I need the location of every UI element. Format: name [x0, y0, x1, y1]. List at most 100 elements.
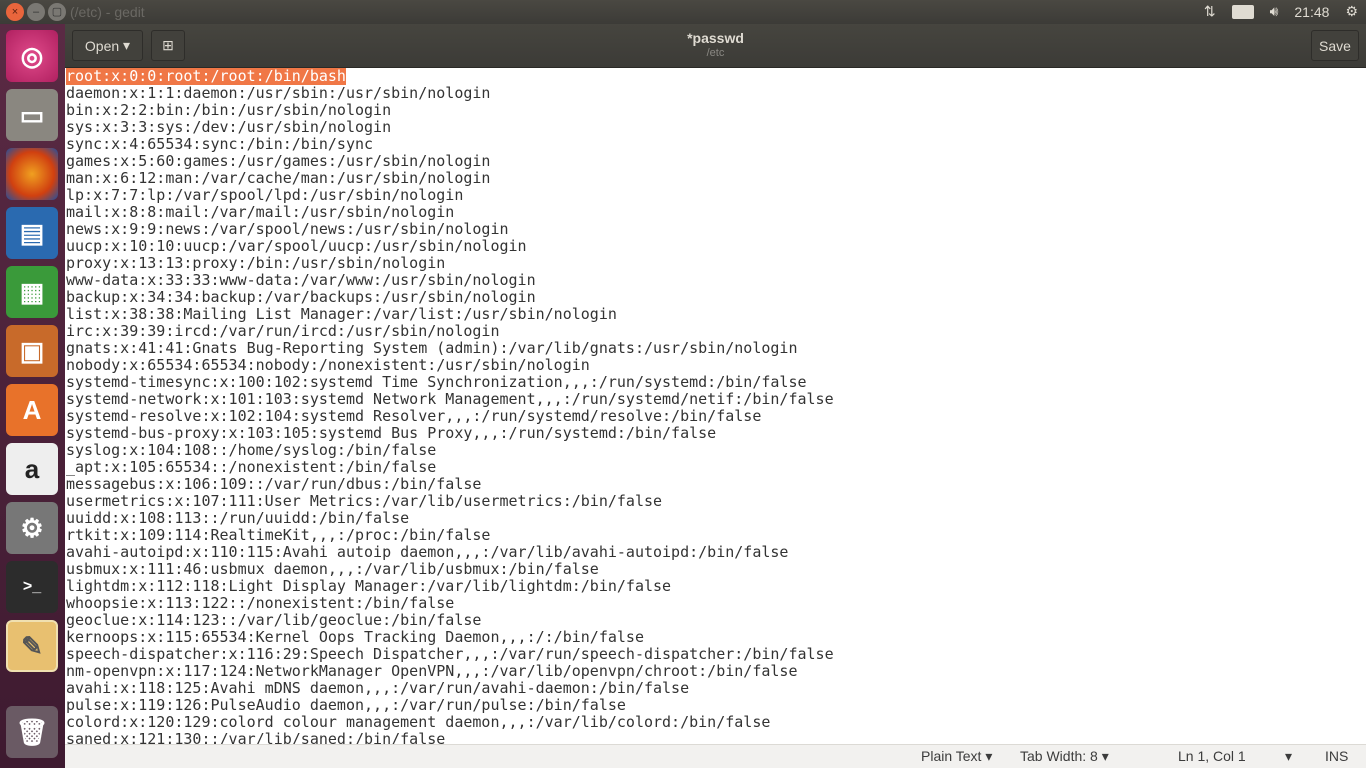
text-line[interactable]: systemd-resolve:x:102:104:systemd Resolv…	[66, 408, 1366, 425]
line-text: systemd-network:x:101:103:systemd Networ…	[66, 390, 834, 408]
text-line[interactable]: list:x:38:38:Mailing List Manager:/var/l…	[66, 306, 1366, 323]
tab-width-selector[interactable]: Tab Width: 8 ▾	[1020, 748, 1109, 765]
text-line[interactable]: man:x:6:12:man:/var/cache/man:/usr/sbin/…	[66, 170, 1366, 187]
line-text: avahi-autoipd:x:110:115:Avahi autoip dae…	[66, 543, 789, 561]
text-line[interactable]: systemd-bus-proxy:x:103:105:systemd Bus …	[66, 425, 1366, 442]
text-line[interactable]: avahi-autoipd:x:110:115:Avahi autoip dae…	[66, 544, 1366, 561]
text-line[interactable]: mail:x:8:8:mail:/var/mail:/usr/sbin/nolo…	[66, 204, 1366, 221]
text-line[interactable]: lp:x:7:7:lp:/var/spool/lpd:/usr/sbin/nol…	[66, 187, 1366, 204]
text-line[interactable]: daemon:x:1:1:daemon:/usr/sbin:/usr/sbin/…	[66, 85, 1366, 102]
text-line[interactable]: nobody:x:65534:65534:nobody:/nonexistent…	[66, 357, 1366, 374]
text-line[interactable]: root:x:0:0:root:/root:/bin/bash	[66, 68, 1366, 85]
line-text: geoclue:x:114:123::/var/lib/geoclue:/bin…	[66, 611, 482, 629]
volume-icon[interactable]: 🔊︎	[1270, 3, 1279, 20]
amazon-icon[interactable]: a	[6, 443, 58, 495]
text-line[interactable]: proxy:x:13:13:proxy:/bin:/usr/sbin/nolog…	[66, 255, 1366, 272]
text-line[interactable]: rtkit:x:109:114:RealtimeKit,,,:/proc:/bi…	[66, 527, 1366, 544]
calc-icon[interactable]: ▦	[6, 266, 58, 318]
text-line[interactable]: systemd-timesync:x:100:102:systemd Time …	[66, 374, 1366, 391]
keyboard-icon[interactable]	[1231, 4, 1254, 19]
clock[interactable]: 21:48	[1294, 4, 1329, 20]
text-line[interactable]: news:x:9:9:news:/var/spool/news:/usr/sbi…	[66, 221, 1366, 238]
line-text: sys:x:3:3:sys:/dev:/usr/sbin/nologin	[66, 118, 392, 136]
line-text: www-data:x:33:33:www-data:/var/www:/usr/…	[66, 271, 536, 289]
line-text: systemd-resolve:x:102:104:systemd Resolv…	[66, 407, 762, 425]
text-line[interactable]: saned:x:121:130::/var/lib/saned:/bin/fal…	[66, 731, 1366, 745]
headerbar: Open ▾ ⊞ *passwd /etc Save	[65, 24, 1366, 68]
text-line[interactable]: bin:x:2:2:bin:/bin:/usr/sbin/nologin	[66, 102, 1366, 119]
minimize-button[interactable]: –	[27, 3, 45, 21]
text-line[interactable]: messagebus:x:106:109::/var/run/dbus:/bin…	[66, 476, 1366, 493]
line-text: speech-dispatcher:x:116:29:Speech Dispat…	[66, 645, 834, 663]
line-text: systemd-timesync:x:100:102:systemd Time …	[66, 373, 807, 391]
line-text: backup:x:34:34:backup:/var/backups:/usr/…	[66, 288, 536, 306]
line-text: rtkit:x:109:114:RealtimeKit,,,:/proc:/bi…	[66, 526, 491, 544]
text-line[interactable]: uuidd:x:108:113::/run/uuidd:/bin/false	[66, 510, 1366, 527]
tab-width-label: Tab Width: 8	[1020, 748, 1098, 764]
firefox-icon[interactable]	[6, 148, 58, 200]
line-text: uuidd:x:108:113::/run/uuidd:/bin/false	[66, 509, 410, 527]
settings-icon[interactable]: ⚙	[6, 502, 58, 554]
line-text: kernoops:x:115:65534:Kernel Oops Trackin…	[66, 628, 644, 646]
text-line[interactable]: www-data:x:33:33:www-data:/var/www:/usr/…	[66, 272, 1366, 289]
text-line[interactable]: usbmux:x:111:46:usbmux daemon,,,:/var/li…	[66, 561, 1366, 578]
position-dropdown-icon[interactable]: ▾	[1285, 748, 1292, 765]
power-gear-icon[interactable]: ⚙	[1345, 3, 1358, 20]
text-line[interactable]: sync:x:4:65534:sync:/bin:/bin/sync	[66, 136, 1366, 153]
line-text: lightdm:x:112:118:Light Display Manager:…	[66, 577, 672, 595]
impress-icon[interactable]: ▣	[6, 325, 58, 377]
text-line[interactable]: geoclue:x:114:123::/var/lib/geoclue:/bin…	[66, 612, 1366, 629]
text-line[interactable]: lightdm:x:112:118:Light Display Manager:…	[66, 578, 1366, 595]
line-text: avahi:x:118:125:Avahi mDNS daemon,,,:/va…	[66, 679, 690, 697]
line-text: uucp:x:10:10:uucp:/var/spool/uucp:/usr/s…	[66, 237, 527, 255]
trash-icon[interactable]: 🗑︎	[6, 706, 58, 758]
software-center-icon[interactable]: A	[6, 384, 58, 436]
text-line[interactable]: nm-openvpn:x:117:124:NetworkManager Open…	[66, 663, 1366, 680]
terminal-icon[interactable]: >_	[6, 561, 58, 613]
line-text: usermetrics:x:107:111:User Metrics:/var/…	[66, 492, 663, 510]
line-text: _apt:x:105:65534::/nonexistent:/bin/fals…	[66, 458, 437, 476]
line-text: sync:x:4:65534:sync:/bin:/bin/sync	[66, 135, 374, 153]
gedit-icon[interactable]: ✎	[6, 620, 58, 672]
line-text: gnats:x:41:41:Gnats Bug-Reporting System…	[66, 339, 798, 357]
text-line[interactable]: systemd-network:x:101:103:systemd Networ…	[66, 391, 1366, 408]
document-path: /etc	[706, 47, 725, 59]
statusbar: Plain Text ▾ Tab Width: 8 ▾ Ln 1, Col 1 …	[65, 744, 1366, 768]
line-text: messagebus:x:106:109::/var/run/dbus:/bin…	[66, 475, 482, 493]
close-button[interactable]: ×	[6, 3, 24, 21]
maximize-button[interactable]: ▢	[48, 3, 66, 21]
line-text: news:x:9:9:news:/var/spool/news:/usr/sbi…	[66, 220, 509, 238]
text-line[interactable]: _apt:x:105:65534::/nonexistent:/bin/fals…	[66, 459, 1366, 476]
line-text: nobody:x:65534:65534:nobody:/nonexistent…	[66, 356, 590, 374]
insert-mode: INS	[1325, 748, 1349, 764]
line-text: list:x:38:38:Mailing List Manager:/var/l…	[66, 305, 617, 323]
text-editor[interactable]: root:x:0:0:root:/root:/bin/bash daemon:x:…	[65, 68, 1366, 744]
text-line[interactable]: whoopsie:x:113:122::/nonexistent:/bin/fa…	[66, 595, 1366, 612]
text-line[interactable]: backup:x:34:34:backup:/var/backups:/usr/…	[66, 289, 1366, 306]
line-text: colord:x:120:129:colord colour managemen…	[66, 713, 771, 731]
line-text: mail:x:8:8:mail:/var/mail:/usr/sbin/nolo…	[66, 203, 455, 221]
cursor-position[interactable]: Ln 1, Col 1	[1178, 748, 1246, 764]
writer-icon[interactable]: ▤	[6, 207, 58, 259]
text-line[interactable]: colord:x:120:129:colord colour managemen…	[66, 714, 1366, 731]
line-text: lp:x:7:7:lp:/var/spool/lpd:/usr/sbin/nol…	[66, 186, 464, 204]
launcher: ◎ ▭ ▤ ▦ ▣ A a ⚙ >_ ✎ 🗑︎	[0, 24, 65, 768]
text-line[interactable]: avahi:x:118:125:Avahi mDNS daemon,,,:/va…	[66, 680, 1366, 697]
save-button[interactable]: Save	[1311, 30, 1359, 61]
text-line[interactable]: irc:x:39:39:ircd:/var/run/ircd:/usr/sbin…	[66, 323, 1366, 340]
network-icon[interactable]: ⇅	[1204, 3, 1216, 20]
ubuntu-dash-icon[interactable]: ◎	[6, 30, 58, 82]
text-line[interactable]: sys:x:3:3:sys:/dev:/usr/sbin/nologin	[66, 119, 1366, 136]
text-line[interactable]: gnats:x:41:41:Gnats Bug-Reporting System…	[66, 340, 1366, 357]
text-line[interactable]: speech-dispatcher:x:116:29:Speech Dispat…	[66, 646, 1366, 663]
line-text: whoopsie:x:113:122::/nonexistent:/bin/fa…	[66, 594, 455, 612]
text-line[interactable]: usermetrics:x:107:111:User Metrics:/var/…	[66, 493, 1366, 510]
files-icon[interactable]: ▭	[6, 89, 58, 141]
language-selector[interactable]: Plain Text ▾	[921, 748, 992, 765]
text-line[interactable]: games:x:5:60:games:/usr/games:/usr/sbin/…	[66, 153, 1366, 170]
text-line[interactable]: kernoops:x:115:65534:Kernel Oops Trackin…	[66, 629, 1366, 646]
text-line[interactable]: syslog:x:104:108::/home/syslog:/bin/fals…	[66, 442, 1366, 459]
line-text: proxy:x:13:13:proxy:/bin:/usr/sbin/nolog…	[66, 254, 446, 272]
text-line[interactable]: pulse:x:119:126:PulseAudio daemon,,,:/va…	[66, 697, 1366, 714]
text-line[interactable]: uucp:x:10:10:uucp:/var/spool/uucp:/usr/s…	[66, 238, 1366, 255]
